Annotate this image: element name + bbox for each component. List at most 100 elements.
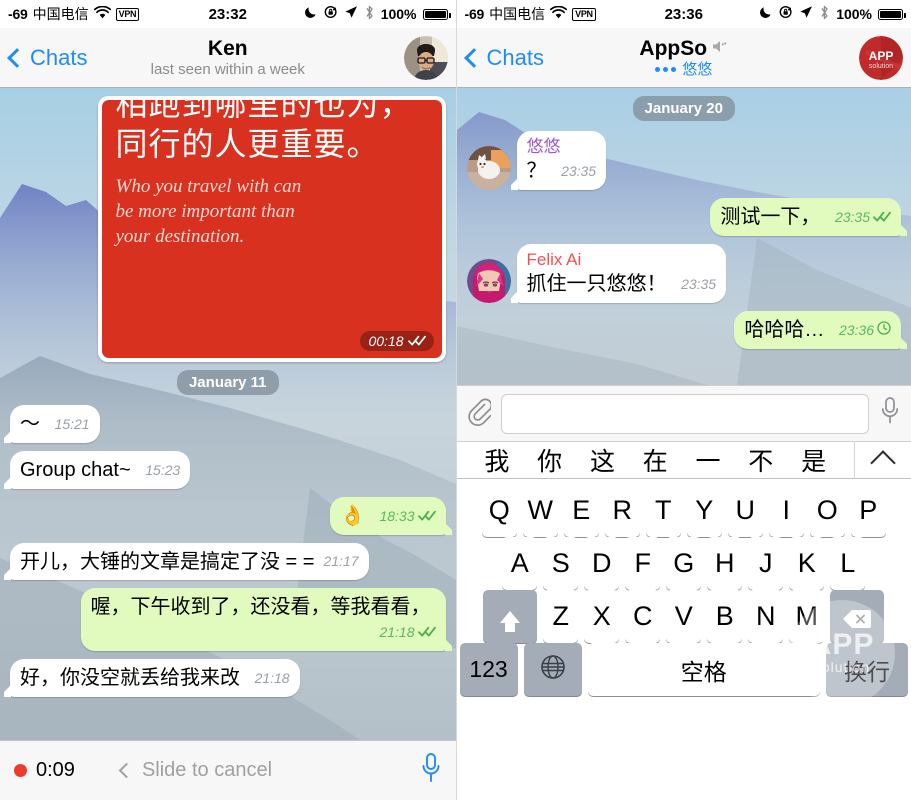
photo-card: 相跑到哪里的也为， 同行的人更重要。 Who you travel with c… xyxy=(101,100,442,358)
keyboard-row-4: 123 空格 换行 xyxy=(459,643,908,696)
chat-title: AppSo xyxy=(639,36,708,60)
slide-to-cancel-button[interactable]: Slide to cancel xyxy=(118,759,272,782)
key-n[interactable]: N xyxy=(748,590,784,643)
candidate-4[interactable]: 一 xyxy=(696,442,721,478)
chat-scroll-area-right[interactable]: January 20 悠悠 ？ 23:35 测试一下， 23:35 Felix … xyxy=(456,88,911,385)
double-check-icon xyxy=(407,333,426,349)
candidate-list[interactable]: 我 你 这 在 一 不 是 xyxy=(457,442,855,478)
chat-scroll-area-left[interactable]: 相跑到哪里的也为， 同行的人更重要。 Who you travel with c… xyxy=(0,88,456,740)
message-sender-name: Felix Ai xyxy=(526,250,582,269)
key-i[interactable]: I xyxy=(768,484,804,537)
message-row[interactable]: 悠悠 ？ 23:35 xyxy=(466,131,902,190)
battery-percent-label: 100% xyxy=(380,6,417,22)
message-row[interactable]: 哈哈哈… 23:36 xyxy=(467,311,907,349)
candidate-1[interactable]: 你 xyxy=(537,442,562,478)
key-l[interactable]: L xyxy=(830,537,866,590)
key-s[interactable]: S xyxy=(543,537,579,590)
key-f[interactable]: F xyxy=(625,537,661,590)
battery-full-icon xyxy=(422,8,451,20)
numeric-mode-key[interactable]: 123 xyxy=(459,643,518,696)
message-row[interactable]: 测试一下， 23:35 xyxy=(467,198,907,236)
svg-text:APP: APP xyxy=(869,49,894,63)
photo-message-bubble[interactable]: 相跑到哪里的也为， 同行的人更重要。 Who you travel with c… xyxy=(97,96,446,362)
message-row[interactable]: Group chat~ 15:23 xyxy=(3,451,446,489)
key-q[interactable]: Q xyxy=(481,484,517,537)
key-r[interactable]: R xyxy=(604,484,640,537)
message-bubble-incoming[interactable]: Felix Ai 抓住一只悠悠！ 23:35 xyxy=(510,244,727,303)
key-h[interactable]: H xyxy=(707,537,743,590)
key-k[interactable]: K xyxy=(789,537,825,590)
photo-message-time: 00:18 xyxy=(368,333,404,349)
message-row[interactable]: 👌 18:33 xyxy=(10,497,451,535)
photo-message-meta: 00:18 xyxy=(360,331,434,351)
key-o[interactable]: O xyxy=(809,484,845,537)
message-bubble-incoming[interactable]: 开儿，大锤的文章是搞定了没 = = 21:17 xyxy=(4,543,369,580)
message-row[interactable]: 开儿，大锤的文章是搞定了没 = = 21:17 xyxy=(4,543,446,580)
return-key[interactable]: 换行 xyxy=(826,643,908,696)
candidate-2[interactable]: 这 xyxy=(590,442,615,478)
message-meta: 23:36 xyxy=(839,317,891,343)
message-time: 15:23 xyxy=(145,462,181,478)
message-text: 好，你没空就丢给我来改 xyxy=(20,667,240,689)
candidate-5[interactable]: 不 xyxy=(748,442,773,478)
message-input-field[interactable] xyxy=(500,393,869,434)
message-row[interactable]: 好，你没空就丢给我来改 21:18 xyxy=(4,659,446,697)
space-key[interactable]: 空格 xyxy=(587,643,820,696)
wifi-icon xyxy=(93,5,111,23)
wifi-icon xyxy=(550,5,568,23)
message-row[interactable]: 〜 15:21 xyxy=(4,405,446,443)
key-v[interactable]: V xyxy=(666,590,702,643)
microphone-icon[interactable] xyxy=(879,396,901,431)
chevron-left-icon xyxy=(463,47,484,68)
backspace-key[interactable] xyxy=(830,590,885,643)
candidate-0[interactable]: 我 xyxy=(484,442,509,478)
key-g[interactable]: G xyxy=(666,537,702,590)
key-d[interactable]: D xyxy=(584,537,620,590)
key-x[interactable]: X xyxy=(584,590,620,643)
key-y[interactable]: Y xyxy=(686,484,722,537)
message-bubble-outgoing[interactable]: 哈哈哈… 23:36 xyxy=(734,311,907,349)
shift-key[interactable] xyxy=(483,590,538,643)
battery-full-icon xyxy=(878,8,906,20)
message-bubble-incoming[interactable]: 〜 15:21 xyxy=(4,405,100,443)
key-u[interactable]: U xyxy=(727,484,763,537)
key-b[interactable]: B xyxy=(707,590,743,643)
microphone-icon[interactable] xyxy=(420,752,442,789)
moon-icon xyxy=(304,5,318,23)
back-to-chats-button[interactable]: Chats xyxy=(7,45,87,71)
group-avatar-button[interactable]: APP solution xyxy=(859,35,903,80)
candidate-collapse-button[interactable] xyxy=(854,442,911,478)
message-sender-name: 悠悠 xyxy=(526,137,561,156)
paperclip-icon[interactable] xyxy=(467,396,492,431)
recording-indicator-icon xyxy=(14,764,27,777)
message-row[interactable]: Felix Ai 抓住一只悠悠！ 23:35 xyxy=(466,244,902,303)
key-m[interactable]: M xyxy=(789,590,825,643)
message-bubble-outgoing[interactable]: 测试一下， 23:35 xyxy=(710,198,907,236)
key-c[interactable]: C xyxy=(625,590,661,643)
avatar-felix-ai[interactable] xyxy=(466,259,511,303)
key-e[interactable]: E xyxy=(563,484,599,537)
photo-chinese-line-1: 相跑到哪里的也为， xyxy=(115,100,413,122)
candidate-6[interactable]: 是 xyxy=(801,442,826,478)
key-p[interactable]: P xyxy=(850,484,886,537)
key-j[interactable]: J xyxy=(748,537,784,590)
message-time: 21:18 xyxy=(254,670,290,686)
candidate-3[interactable]: 在 xyxy=(643,442,668,478)
avatar-youyou[interactable] xyxy=(466,146,511,190)
key-t[interactable]: T xyxy=(645,484,681,537)
message-row-photo[interactable]: 相跑到哪里的也为， 同行的人更重要。 Who you travel with c… xyxy=(10,96,446,362)
message-row[interactable]: 喔，下午收到了，还没看，等我看看， 21:18 xyxy=(10,588,452,651)
key-z[interactable]: Z xyxy=(543,590,579,643)
message-bubble-outgoing[interactable]: 👌 18:33 xyxy=(329,497,451,535)
photo-english-line-2: be more important than xyxy=(115,201,295,222)
contact-avatar-button[interactable] xyxy=(403,35,448,80)
back-to-chats-button[interactable]: Chats xyxy=(463,45,544,71)
message-bubble-incoming[interactable]: 悠悠 ？ 23:35 xyxy=(510,131,607,190)
message-time: 15:21 xyxy=(54,416,90,432)
key-w[interactable]: W xyxy=(522,484,558,537)
message-bubble-incoming[interactable]: Group chat~ 15:23 xyxy=(3,451,191,489)
message-bubble-incoming[interactable]: 好，你没空就丢给我来改 21:18 xyxy=(4,659,300,697)
message-bubble-outgoing[interactable]: 喔，下午收到了，还没看，等我看看， 21:18 xyxy=(80,588,452,651)
key-a[interactable]: A xyxy=(502,537,538,590)
globe-key[interactable] xyxy=(523,643,582,696)
